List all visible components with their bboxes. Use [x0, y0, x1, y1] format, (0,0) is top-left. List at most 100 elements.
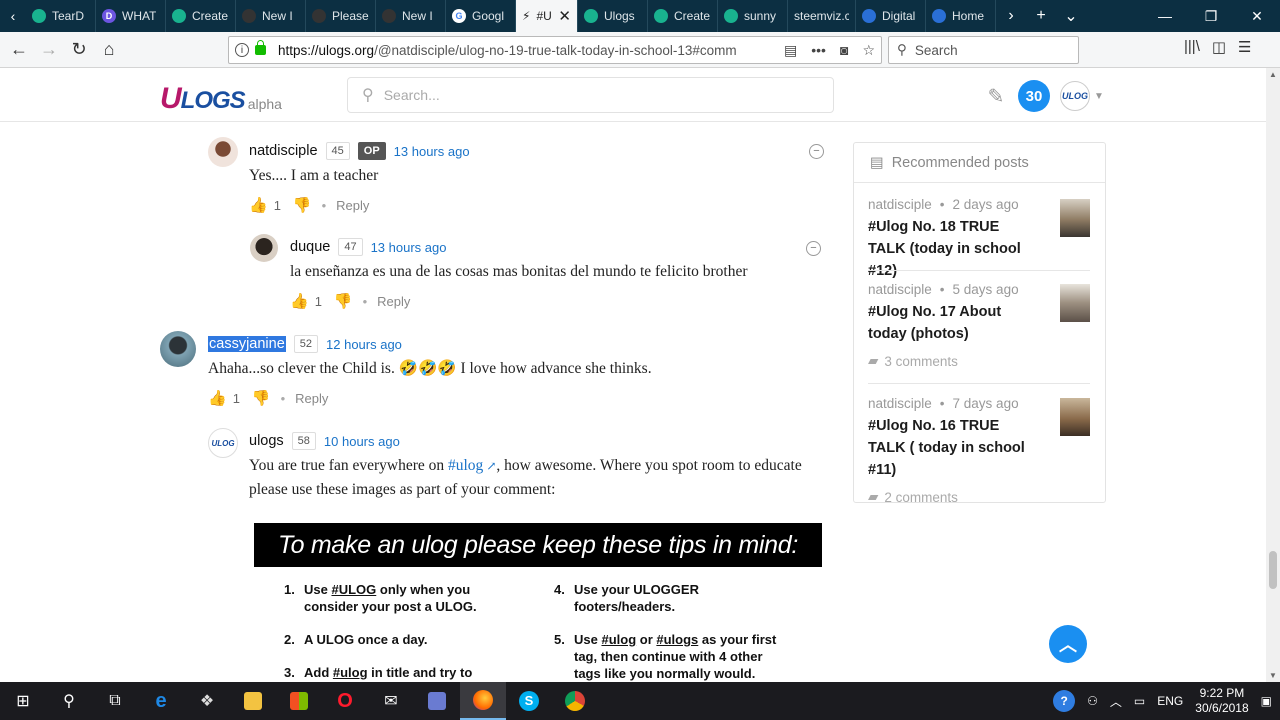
thumbs-down-icon[interactable]: 👎 [293, 196, 312, 214]
avatar[interactable] [250, 234, 278, 262]
scroll-to-top-button[interactable]: ︿ [1049, 625, 1087, 663]
chevron-down-icon[interactable]: ▼ [1094, 91, 1104, 102]
restore-icon[interactable]: ❐ [1188, 8, 1234, 25]
thumbs-up-icon[interactable]: 👍 [290, 292, 309, 310]
post-author[interactable]: natdisciple [868, 282, 932, 297]
compose-pencil-icon[interactable]: ✎ [984, 84, 1008, 109]
post-title[interactable]: #Ulog No. 17 About today (photos) [868, 301, 1038, 345]
page-scrollbar[interactable]: ▲ ▼ [1266, 68, 1280, 682]
thumbs-up-icon[interactable]: 👍 [208, 389, 227, 407]
edge-icon[interactable]: e [138, 682, 184, 720]
reply-button[interactable]: Reply [336, 198, 369, 213]
browser-tab[interactable]: New I [236, 0, 306, 32]
battery-icon[interactable]: ▭ [1134, 694, 1145, 708]
browser-tab[interactable]: Digital [856, 0, 926, 32]
browser-tab[interactable]: New I [376, 0, 446, 32]
post-author[interactable]: natdisciple [868, 197, 932, 212]
reader-view-icon[interactable]: ▤ [784, 42, 797, 59]
post-thumbnail[interactable] [1060, 199, 1090, 237]
avatar[interactable] [208, 137, 238, 167]
collapse-icon[interactable]: − [806, 241, 821, 256]
firefox-icon[interactable] [460, 682, 506, 720]
file-explorer-icon[interactable] [230, 682, 276, 720]
comment-time[interactable]: 12 hours ago [326, 337, 402, 352]
opera-icon[interactable]: O [322, 682, 368, 720]
post-author[interactable]: natdisciple [868, 396, 932, 411]
user-avatar[interactable]: ULOG [1060, 81, 1090, 111]
search-icon[interactable]: ⚲ [46, 682, 92, 720]
recommended-post[interactable]: natdisciple • 5 days ago #Ulog No. 17 Abou… [868, 282, 1090, 369]
browser-tab[interactable]: Please [306, 0, 376, 32]
ulog-tag-link[interactable]: #ulog [448, 457, 483, 474]
reply-button[interactable]: Reply [295, 391, 328, 406]
page-actions-icon[interactable]: ••• [811, 42, 826, 59]
comment-time[interactable]: 13 hours ago [371, 240, 447, 255]
browser-tab[interactable]: Create [648, 0, 718, 32]
browser-tab[interactable]: G Googl [446, 0, 516, 32]
system-clock[interactable]: 9:22 PM 30/6/2018 [1195, 686, 1248, 716]
reload-icon[interactable]: ↻ [64, 35, 94, 65]
pocket-icon[interactable]: ◙ [840, 42, 848, 59]
comment-count[interactable]: 3 comments [884, 354, 958, 369]
recommended-post[interactable]: natdisciple • 7 days ago #Ulog No. 16 TRUE… [868, 396, 1090, 505]
task-view-icon[interactable]: ⧉ [92, 682, 138, 720]
mail-icon[interactable]: ✉ [368, 682, 414, 720]
avatar[interactable] [160, 331, 196, 367]
post-thumbnail[interactable] [1060, 284, 1090, 322]
list-tabs-chevron-icon[interactable]: ⌄ [1056, 6, 1086, 26]
comment-author[interactable]: natdisciple [249, 143, 318, 159]
comment-time[interactable]: 13 hours ago [394, 144, 470, 159]
windows-start-icon[interactable]: ⊞ [0, 682, 46, 720]
store-icon[interactable] [276, 682, 322, 720]
tray-chevron-up-icon[interactable]: ︿ [1110, 693, 1122, 710]
comment-count[interactable]: 2 comments [884, 490, 958, 505]
post-title[interactable]: #Ulog No. 18 TRUE TALK (today in school … [868, 216, 1038, 282]
browser-tab[interactable]: steemviz.c [788, 0, 856, 32]
help-icon[interactable]: ? [1053, 690, 1076, 712]
thumbs-up-icon[interactable]: 👍 [249, 196, 268, 214]
browser-tab[interactable]: Home [926, 0, 996, 32]
browser-tab[interactable]: Create [166, 0, 236, 32]
language-indicator[interactable]: ENG [1157, 694, 1183, 708]
tab-scroll-right-icon[interactable]: › [996, 7, 1026, 25]
close-tab-icon[interactable]: ✕ [558, 7, 571, 25]
forward-arrow-icon[interactable]: → [34, 35, 64, 65]
skype-icon[interactable]: S [506, 682, 552, 720]
sidebar-icon[interactable]: ◫ [1212, 38, 1226, 56]
browser-search-input[interactable]: ⚲ Search [888, 36, 1079, 64]
site-search-input[interactable]: ⚲ Search... [347, 77, 834, 113]
post-thumbnail[interactable] [1060, 398, 1090, 436]
back-arrow-icon[interactable]: ← [4, 35, 34, 65]
action-center-icon[interactable]: ▣ [1261, 694, 1272, 708]
site-info-icon[interactable]: i [235, 43, 249, 57]
url-text[interactable]: https://ulogs.org/@natdisciple/ulog-no-1… [278, 43, 776, 58]
people-icon[interactable]: ⚇ [1087, 694, 1098, 708]
thumbs-down-icon[interactable]: 👎 [252, 389, 271, 407]
collapse-icon[interactable]: − [809, 144, 824, 159]
comment-time[interactable]: 10 hours ago [324, 434, 400, 449]
comment-author[interactable]: cassyjanine [208, 336, 286, 352]
tab-scroll-left-icon[interactable]: ‹ [0, 0, 26, 32]
chrome-icon[interactable] [552, 682, 598, 720]
bookmark-star-icon[interactable]: ☆ [862, 42, 875, 59]
comment-author[interactable]: ulogs [249, 433, 284, 449]
notifications-badge[interactable]: 30 [1018, 80, 1050, 112]
post-title[interactable]: #Ulog No. 16 TRUE TALK ( today in school… [868, 415, 1038, 481]
scrollbar-thumb[interactable] [1269, 551, 1277, 589]
network-app-icon[interactable] [414, 682, 460, 720]
browser-tab-active[interactable]: ⚡ #U ✕ [516, 0, 578, 32]
avatar[interactable]: ULOG [208, 428, 238, 458]
browser-tab[interactable]: sunny [718, 0, 788, 32]
comment-author[interactable]: duque [290, 239, 330, 255]
ulogs-logo[interactable]: ULOGS alpha [160, 82, 282, 116]
library-icon[interactable]: |||\ [1184, 38, 1200, 56]
browser-tab[interactable]: TearD [26, 0, 96, 32]
url-bar[interactable]: i https://ulogs.org/@natdisciple/ulog-no… [228, 36, 882, 64]
reply-button[interactable]: Reply [377, 294, 410, 309]
home-icon[interactable]: ⌂ [94, 35, 124, 65]
thumbs-down-icon[interactable]: 👎 [334, 292, 353, 310]
close-window-icon[interactable]: ✕ [1234, 8, 1280, 25]
dropbox-icon[interactable]: ❖ [184, 682, 230, 720]
menu-icon[interactable]: ☰ [1238, 38, 1251, 56]
new-tab-icon[interactable]: + [1026, 7, 1056, 25]
